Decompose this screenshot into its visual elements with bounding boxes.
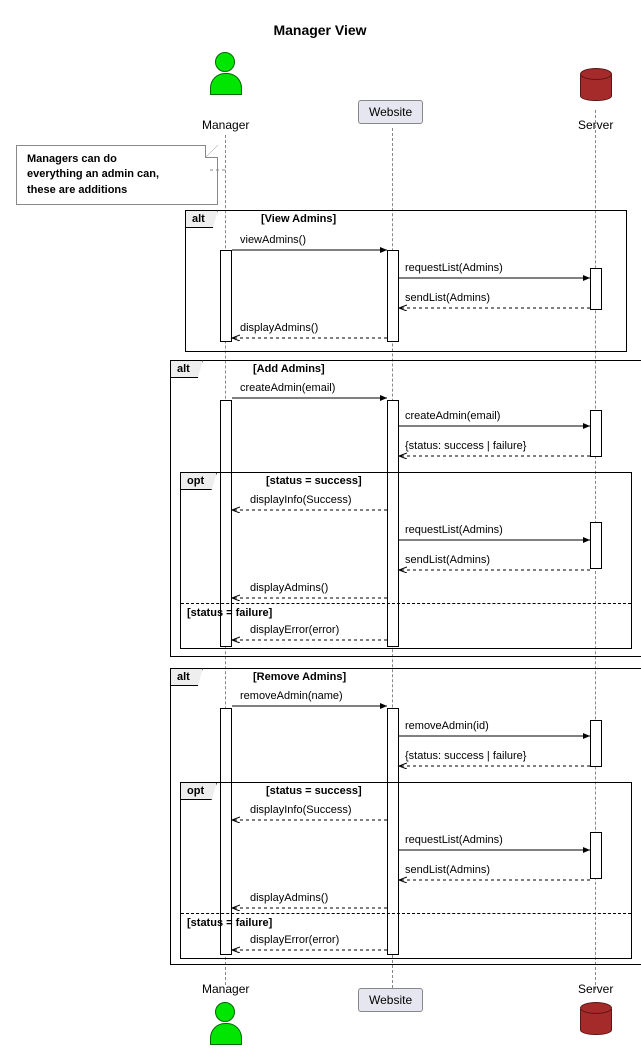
message: {status: success | failure} bbox=[405, 750, 526, 762]
diagram-title: Manager View bbox=[10, 22, 630, 38]
message: removeAdmin(name) bbox=[240, 690, 343, 702]
frame-operator: opt bbox=[180, 782, 217, 800]
activation bbox=[590, 268, 602, 310]
message: displayInfo(Success) bbox=[250, 804, 352, 816]
activation bbox=[590, 410, 602, 457]
message: requestList(Admins) bbox=[405, 262, 503, 274]
actor-label-bottom: Manager bbox=[202, 982, 249, 996]
activation bbox=[387, 250, 399, 342]
message: displayAdmins() bbox=[240, 322, 318, 334]
message: removeAdmin(id) bbox=[405, 720, 489, 732]
frame-operator: alt bbox=[170, 668, 203, 686]
note-line: everything an admin can, bbox=[27, 168, 159, 180]
database-icon bbox=[580, 1002, 610, 1036]
note-line: Managers can do bbox=[27, 153, 117, 165]
message: sendList(Admins) bbox=[405, 554, 490, 566]
frame-guard: [View Admins] bbox=[261, 213, 336, 225]
message: createAdmin(email) bbox=[240, 382, 335, 394]
frame-operator: opt bbox=[180, 472, 217, 490]
actor-label-top: Manager bbox=[202, 118, 249, 132]
message: displayError(error) bbox=[250, 934, 339, 946]
frame-operator: alt bbox=[185, 210, 218, 228]
message: sendList(Admins) bbox=[405, 864, 490, 876]
activation bbox=[590, 720, 602, 767]
frame-guard: [Remove Admins] bbox=[253, 671, 346, 683]
frame-guard: [Add Admins] bbox=[253, 363, 325, 375]
note-line: these are additions bbox=[27, 184, 127, 196]
message: viewAdmins() bbox=[240, 234, 306, 246]
frame-guard: [status = success] bbox=[266, 785, 362, 797]
sequence-diagram: Manager View Manager Website Server Mana… bbox=[10, 10, 630, 1050]
website-label-bottom: Website bbox=[358, 988, 423, 1012]
message: requestList(Admins) bbox=[405, 834, 503, 846]
message: displayError(error) bbox=[250, 624, 339, 636]
message: sendList(Admins) bbox=[405, 292, 490, 304]
message: displayAdmins() bbox=[250, 892, 328, 904]
frame-else-guard: [status = failure] bbox=[187, 607, 272, 619]
frame-else-guard: [status = failure] bbox=[187, 917, 272, 929]
actor-icon bbox=[210, 52, 240, 92]
website-label-top: Website bbox=[358, 100, 423, 124]
server-label-bottom: Server bbox=[578, 982, 613, 996]
actor-icon bbox=[210, 1002, 240, 1042]
activation bbox=[220, 250, 232, 342]
frame-operator: alt bbox=[170, 360, 203, 378]
database-icon bbox=[580, 68, 610, 102]
message: displayInfo(Success) bbox=[250, 494, 352, 506]
message: {status: success | failure} bbox=[405, 440, 526, 452]
message: requestList(Admins) bbox=[405, 524, 503, 536]
frame-guard: [status = success] bbox=[266, 475, 362, 487]
message: createAdmin(email) bbox=[405, 410, 500, 422]
message: displayAdmins() bbox=[250, 582, 328, 594]
note: Managers can do everything an admin can,… bbox=[16, 145, 218, 205]
